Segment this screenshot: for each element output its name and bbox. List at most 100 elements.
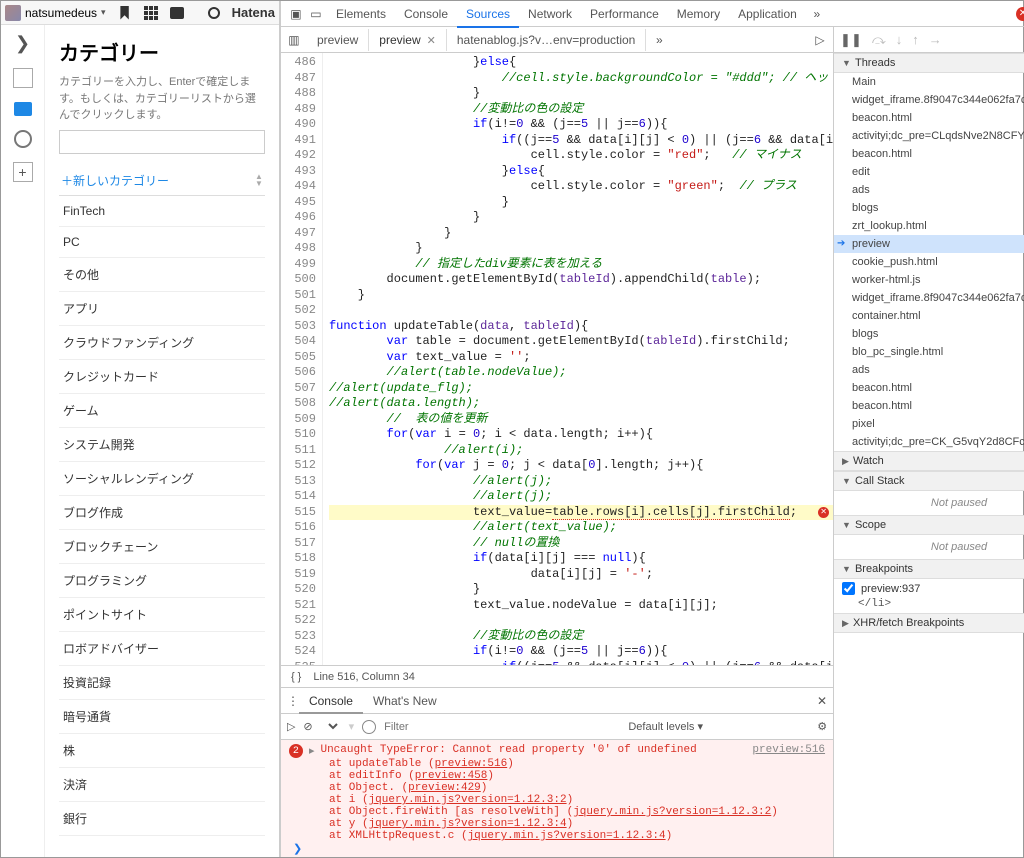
thread-item[interactable]: worker-html.js xyxy=(834,271,1024,289)
navigator-icon[interactable]: ▥ xyxy=(281,33,307,47)
thread-item[interactable]: beacon.html xyxy=(834,109,1024,127)
thread-item[interactable]: ads xyxy=(834,181,1024,199)
category-item[interactable]: ソーシャルレンディング xyxy=(59,462,265,496)
scope-header[interactable]: ▼Scope xyxy=(834,515,1024,535)
thread-item[interactable]: blo_pc_single.html xyxy=(834,343,1024,361)
new-category-button[interactable]: ＋新しいカテゴリー xyxy=(61,172,169,189)
devtools-tab-network[interactable]: Network xyxy=(519,2,581,26)
devtools-tab-performance[interactable]: Performance xyxy=(581,2,668,26)
collapse-chevron-icon[interactable]: ❯ xyxy=(15,33,30,54)
error-source-link[interactable]: preview:516 xyxy=(752,744,825,756)
inspect-icon[interactable]: ▣ xyxy=(287,7,305,21)
thread-item[interactable]: beacon.html xyxy=(834,379,1024,397)
stack-link[interactable]: preview:429 xyxy=(408,782,481,794)
stack-link[interactable]: preview:516 xyxy=(435,758,508,770)
category-item[interactable]: FinTech xyxy=(59,196,265,227)
log-levels[interactable]: Default levels ▾ xyxy=(628,720,703,733)
console-play-icon[interactable]: ▷ xyxy=(287,720,295,733)
more-files-icon[interactable]: » xyxy=(646,33,672,47)
console-filter-input[interactable] xyxy=(384,721,514,733)
thread-item[interactable]: widget_iframe.8f9047c344e062fa7c7ada2fa8… xyxy=(834,289,1024,307)
pretty-print-icon[interactable]: { } xyxy=(291,671,301,683)
category-item[interactable]: システム開発 xyxy=(59,428,265,462)
category-item[interactable]: ゲーム xyxy=(59,394,265,428)
close-icon[interactable]: ✕ xyxy=(427,35,436,47)
devtools-tab-console[interactable]: Console xyxy=(395,2,457,26)
drawer-tab[interactable]: What's New xyxy=(363,690,447,712)
category-item[interactable]: アプリ xyxy=(59,292,265,326)
threads-header[interactable]: ▼Threads xyxy=(834,53,1024,73)
more-tabs-icon[interactable]: » xyxy=(808,7,826,21)
console-output[interactable]: 2▸Uncaught TypeError: Cannot read proper… xyxy=(281,740,833,857)
apps-grid-icon[interactable] xyxy=(144,6,158,20)
category-item[interactable]: 株 xyxy=(59,734,265,768)
hatena-logo[interactable]: Hatena xyxy=(232,5,275,20)
step-icon[interactable]: → xyxy=(929,32,942,47)
breakpoints-header[interactable]: ▼Breakpoints xyxy=(834,559,1024,579)
devtools-tab-sources[interactable]: Sources xyxy=(457,2,519,28)
file-tab[interactable]: hatenablog.js?v…env=production xyxy=(447,29,646,51)
clear-console-icon[interactable]: ⊘ xyxy=(303,720,312,733)
device-toggle-icon[interactable]: ▭ xyxy=(307,7,325,21)
thread-item[interactable]: preview xyxy=(834,235,1024,253)
category-item[interactable]: ロボアドバイザー xyxy=(59,632,265,666)
sort-toggle[interactable]: ▲▼ xyxy=(255,173,263,187)
breakpoint-checkbox[interactable] xyxy=(842,582,855,595)
comment-icon[interactable] xyxy=(170,7,184,19)
category-item[interactable]: クレジットカード xyxy=(59,360,265,394)
drawer-menu-icon[interactable]: ⋮ xyxy=(287,694,299,708)
gear-icon[interactable] xyxy=(14,130,32,148)
thread-item[interactable]: pixel xyxy=(834,415,1024,433)
error-badge[interactable]: ✕ xyxy=(1016,7,1024,21)
category-item[interactable]: 暗号通貨 xyxy=(59,700,265,734)
code-editor[interactable]: 486 487 488 489 490 491 492 493 494 495 … xyxy=(281,53,833,665)
thread-item[interactable]: blogs xyxy=(834,199,1024,217)
thread-item[interactable]: activityi;dc_pre=CLqdsNve2N8CFYtliwodJQE… xyxy=(834,127,1024,145)
console-prompt[interactable]: ❯ xyxy=(289,842,825,856)
thread-item[interactable]: container.html xyxy=(834,307,1024,325)
category-item[interactable]: プログラミング xyxy=(59,564,265,598)
stack-link[interactable]: jquery.min.js?version=1.12.3:4 xyxy=(468,830,666,842)
error-marker-icon[interactable]: ✕ xyxy=(818,507,829,518)
file-tab[interactable]: preview✕ xyxy=(369,29,447,51)
thread-item[interactable]: beacon.html xyxy=(834,145,1024,163)
watch-header[interactable]: ▶Watch xyxy=(834,451,1024,471)
thread-item[interactable]: Main xyxy=(834,73,1024,91)
edit-icon[interactable] xyxy=(13,68,33,88)
step-over-icon[interactable]: ⤼ xyxy=(872,32,886,48)
thread-item[interactable]: zrt_lookup.html xyxy=(834,217,1024,235)
category-item[interactable]: ブログ作成 xyxy=(59,496,265,530)
live-expression-icon[interactable] xyxy=(362,720,376,734)
xhr-breakpoints-header[interactable]: ▶XHR/fetch Breakpoints xyxy=(834,613,1024,633)
thread-item[interactable]: activityi;dc_pre=CK_G5vqY2d8CFcR6iwodUio… xyxy=(834,433,1024,451)
thread-item[interactable]: beacon.html xyxy=(834,397,1024,415)
step-into-icon[interactable]: ↓ xyxy=(896,32,903,47)
thread-item[interactable]: cookie_push.html xyxy=(834,253,1024,271)
devtools-tab-elements[interactable]: Elements xyxy=(327,2,395,26)
stack-link[interactable]: jquery.min.js?version=1.12.3:2 xyxy=(369,794,567,806)
category-item[interactable]: 投資記録 xyxy=(59,666,265,700)
stack-link[interactable]: preview:458 xyxy=(415,770,488,782)
file-play-icon[interactable]: ▷ xyxy=(807,33,833,47)
drawer-tab[interactable]: Console xyxy=(299,690,363,714)
folder-icon[interactable] xyxy=(14,102,32,116)
category-item[interactable]: 決済 xyxy=(59,768,265,802)
stack-link[interactable]: jquery.min.js?version=1.12.3:2 xyxy=(573,806,771,818)
category-input[interactable] xyxy=(59,130,265,154)
file-tab[interactable]: preview xyxy=(307,29,369,51)
thread-item[interactable]: blogs xyxy=(834,325,1024,343)
category-item[interactable]: クラウドファンディング xyxy=(59,326,265,360)
category-item[interactable]: ポイントサイト xyxy=(59,598,265,632)
step-out-icon[interactable]: ↑ xyxy=(912,32,919,47)
category-item[interactable]: ブロックチェーン xyxy=(59,530,265,564)
breakpoint-item[interactable]: preview:937 xyxy=(834,579,1024,598)
devtools-tab-memory[interactable]: Memory xyxy=(668,2,729,26)
category-item[interactable]: 銀行 xyxy=(59,802,265,836)
user-menu[interactable]: natsumedeus ▾ xyxy=(5,5,106,21)
console-settings-icon[interactable]: ⚙ xyxy=(817,720,827,733)
pushpin-icon[interactable] xyxy=(208,7,220,19)
devtools-tab-application[interactable]: Application xyxy=(729,2,806,26)
stack-link[interactable]: jquery.min.js?version=1.12.3:4 xyxy=(369,818,567,830)
thread-item[interactable]: ads xyxy=(834,361,1024,379)
category-item[interactable]: その他 xyxy=(59,258,265,292)
